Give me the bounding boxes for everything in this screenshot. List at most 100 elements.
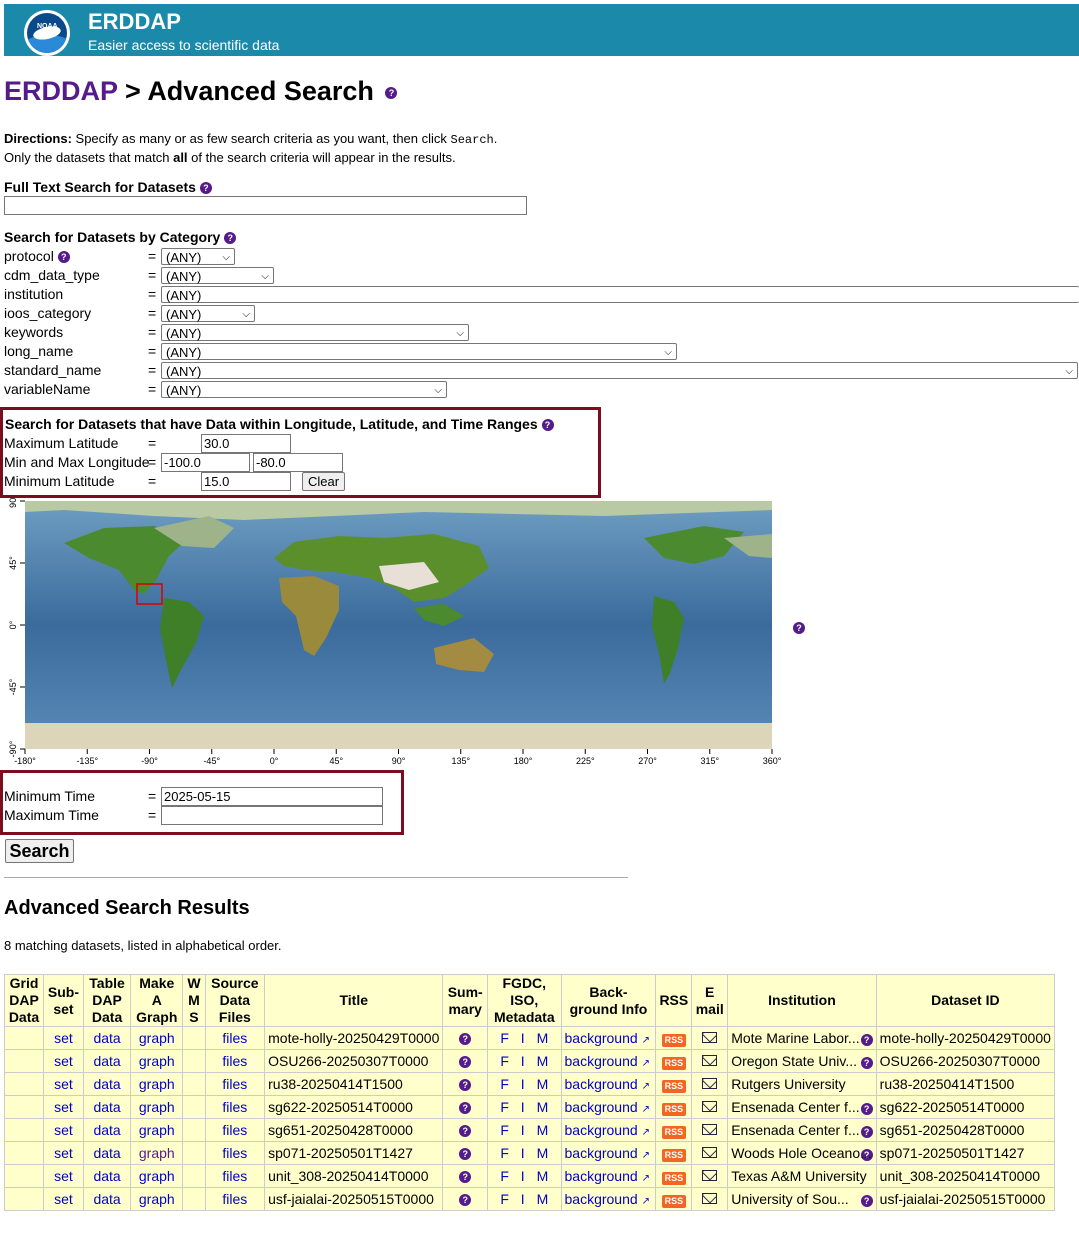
rss-icon[interactable]: RSS [661, 1194, 687, 1208]
app-title[interactable]: ERDDAP [88, 9, 181, 35]
iso-link[interactable]: I [521, 1122, 525, 1138]
email-icon[interactable] [702, 1101, 718, 1112]
help-icon[interactable]: ? [385, 86, 398, 99]
rss-icon[interactable]: RSS [661, 1056, 687, 1070]
noaa-logo[interactable]: NOAA [24, 10, 70, 56]
email-icon[interactable] [702, 1055, 718, 1066]
rss-icon[interactable]: RSS [661, 1033, 687, 1047]
subset-link[interactable]: set [54, 1030, 73, 1046]
institution-select[interactable]: (ANY) [161, 286, 1079, 303]
clear-button[interactable]: Clear [302, 472, 345, 491]
min-latitude-input[interactable]: 15.0 [201, 472, 291, 491]
background-link[interactable]: background [565, 1168, 638, 1184]
institution-info-icon[interactable]: ? [860, 1057, 873, 1069]
institution-info-icon[interactable]: ? [860, 1103, 873, 1115]
files-link[interactable]: files [222, 1076, 247, 1092]
fgdc-link[interactable]: F [500, 1145, 509, 1161]
background-link[interactable]: background [565, 1099, 638, 1115]
email-icon[interactable] [702, 1124, 718, 1135]
metadata-link[interactable]: M [537, 1191, 549, 1207]
iso-link[interactable]: I [521, 1076, 525, 1092]
rss-icon[interactable]: RSS [661, 1171, 687, 1185]
rss-icon[interactable]: RSS [661, 1125, 687, 1139]
background-link[interactable]: background [565, 1076, 638, 1092]
min-time-input[interactable]: 2025-05-15 [161, 787, 383, 806]
make-graph-link[interactable]: graph [139, 1145, 175, 1161]
email-icon[interactable] [702, 1193, 718, 1204]
metadata-link[interactable]: M [537, 1076, 549, 1092]
background-link[interactable]: background [565, 1053, 638, 1069]
long-name-select[interactable]: (ANY) ⌵ [161, 343, 677, 360]
metadata-link[interactable]: M [537, 1168, 549, 1184]
fgdc-link[interactable]: F [500, 1030, 509, 1046]
files-link[interactable]: files [222, 1053, 247, 1069]
variable-name-select[interactable]: (ANY) ⌵ [161, 381, 447, 398]
subset-link[interactable]: set [54, 1145, 73, 1161]
email-icon[interactable] [702, 1170, 718, 1181]
subset-link[interactable]: set [54, 1076, 73, 1092]
subset-link[interactable]: set [54, 1053, 73, 1069]
make-graph-link[interactable]: graph [139, 1099, 175, 1115]
tabledap-data-link[interactable]: data [93, 1076, 120, 1092]
fgdc-link[interactable]: F [500, 1191, 509, 1207]
files-link[interactable]: files [222, 1145, 247, 1161]
files-link[interactable]: files [222, 1191, 247, 1207]
background-link[interactable]: background [565, 1122, 638, 1138]
fulltext-search-input[interactable] [4, 196, 527, 215]
fgdc-link[interactable]: F [500, 1168, 509, 1184]
rss-icon[interactable]: RSS [661, 1102, 687, 1116]
background-link[interactable]: background [565, 1030, 638, 1046]
max-latitude-input[interactable]: 30.0 [201, 434, 291, 453]
files-link[interactable]: files [222, 1099, 247, 1115]
institution-info-icon[interactable]: ? [860, 1034, 873, 1046]
iso-link[interactable]: I [521, 1145, 525, 1161]
files-link[interactable]: files [222, 1168, 247, 1184]
summary-icon[interactable]: ? [459, 1194, 472, 1207]
iso-link[interactable]: I [521, 1030, 525, 1046]
files-link[interactable]: files [222, 1030, 247, 1046]
tabledap-data-link[interactable]: data [93, 1053, 120, 1069]
make-graph-link[interactable]: graph [139, 1030, 175, 1046]
cdm-data-type-select[interactable]: (ANY) ⌵ [161, 267, 274, 284]
world-map[interactable]: -180° -135° -90° -45° 0° 45° 90° 135° 180° 225° 27… [4, 498, 794, 770]
map-help-icon[interactable]: ? [793, 622, 805, 634]
max-longitude-input[interactable]: -80.0 [253, 453, 343, 472]
help-icon[interactable]: ? [224, 232, 237, 245]
subset-link[interactable]: set [54, 1168, 73, 1184]
metadata-link[interactable]: M [537, 1145, 549, 1161]
make-graph-link[interactable]: graph [139, 1076, 175, 1092]
erddap-home-link[interactable]: ERDDAP [4, 76, 118, 106]
summary-icon[interactable]: ? [459, 1033, 472, 1046]
summary-icon[interactable]: ? [459, 1056, 472, 1069]
summary-icon[interactable]: ? [459, 1079, 472, 1092]
subset-link[interactable]: set [54, 1122, 73, 1138]
make-graph-link[interactable]: graph [139, 1191, 175, 1207]
subset-link[interactable]: set [54, 1099, 73, 1115]
make-graph-link[interactable]: graph [139, 1053, 175, 1069]
email-icon[interactable] [702, 1032, 718, 1043]
rss-icon[interactable]: RSS [661, 1148, 687, 1162]
tabledap-data-link[interactable]: data [93, 1168, 120, 1184]
min-longitude-input[interactable]: -100.0 [161, 453, 250, 472]
metadata-link[interactable]: M [537, 1099, 549, 1115]
summary-icon[interactable]: ? [459, 1125, 472, 1138]
summary-icon[interactable]: ? [459, 1148, 472, 1161]
files-link[interactable]: files [222, 1122, 247, 1138]
tabledap-data-link[interactable]: data [93, 1145, 120, 1161]
summary-icon[interactable]: ? [459, 1102, 472, 1115]
iso-link[interactable]: I [521, 1099, 525, 1115]
fgdc-link[interactable]: F [500, 1053, 509, 1069]
summary-icon[interactable]: ? [459, 1171, 472, 1184]
tabledap-data-link[interactable]: data [93, 1099, 120, 1115]
make-graph-link[interactable]: graph [139, 1122, 175, 1138]
tabledap-data-link[interactable]: data [93, 1191, 120, 1207]
background-link[interactable]: background [565, 1145, 638, 1161]
protocol-select[interactable]: (ANY) ⌵ [161, 248, 235, 265]
metadata-link[interactable]: M [537, 1122, 549, 1138]
tabledap-data-link[interactable]: data [93, 1030, 120, 1046]
tabledap-data-link[interactable]: data [93, 1122, 120, 1138]
iso-link[interactable]: I [521, 1191, 525, 1207]
metadata-link[interactable]: M [537, 1030, 549, 1046]
metadata-link[interactable]: M [537, 1053, 549, 1069]
fgdc-link[interactable]: F [500, 1076, 509, 1092]
